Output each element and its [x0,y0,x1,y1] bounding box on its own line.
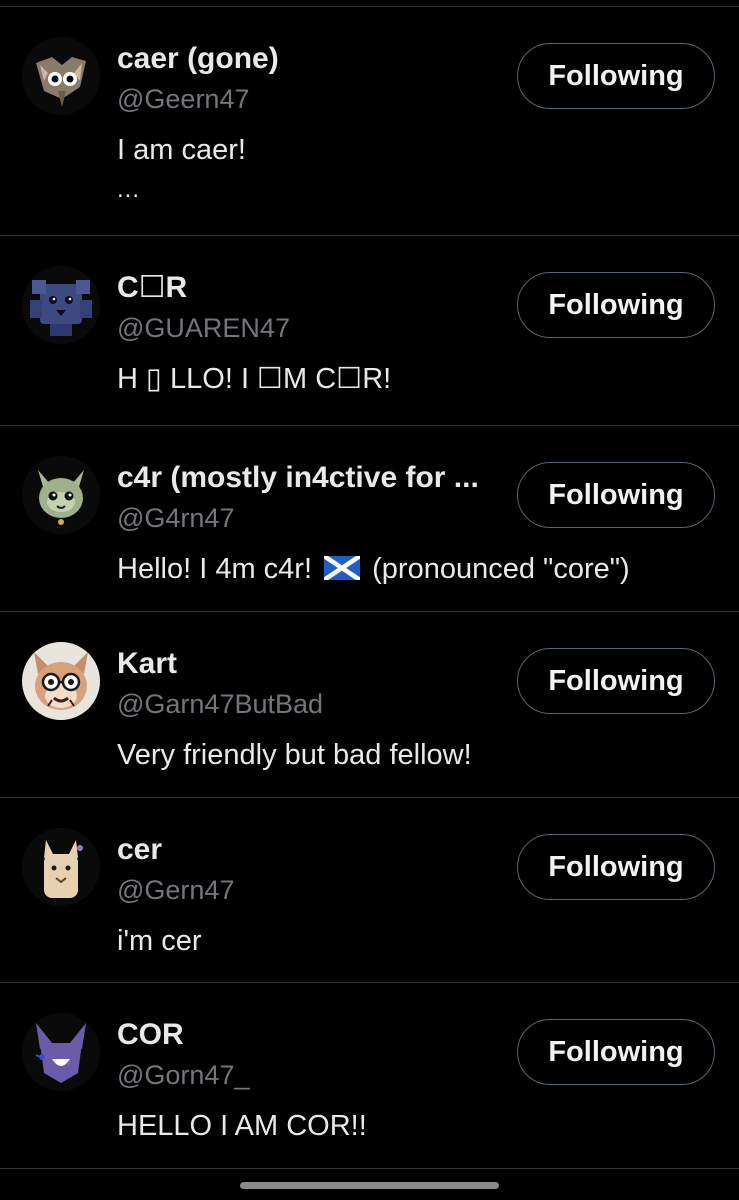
following-button[interactable]: Following [517,272,715,338]
following-button[interactable]: Following [517,43,715,109]
green-cat-character-avatar[interactable] [22,456,100,534]
user-row[interactable]: Kart @Garn47ButBad Very friendly but bad… [0,612,739,798]
user-bio: Hello! I 4m c4r! (pronounced "core") [117,548,715,590]
following-button[interactable]: Following [517,648,715,714]
bio-continuation: ... [117,176,141,203]
display-name[interactable]: cer [117,830,162,870]
user-bio: I am caer! [117,134,246,166]
following-button[interactable]: Following [517,834,715,900]
beige-cat-character-avatar[interactable] [22,828,100,906]
display-name[interactable]: Kart [117,644,177,684]
user-bio: HELLO I AM COR!! [117,1110,367,1142]
fox-with-glasses-avatar[interactable] [22,642,100,720]
cat-character-avatar[interactable] [22,37,100,115]
following-button[interactable]: Following [517,1019,715,1085]
purple-cat-character-avatar[interactable] [22,1013,100,1091]
following-button[interactable]: Following [517,462,715,528]
scotland-flag-icon [324,556,361,580]
following-list: caer (gone) @Geern47 I am caer! ... Foll… [0,7,739,1169]
user-bio: Very friendly but bad fellow! [117,739,472,771]
bio-text-end: (pronounced "core") [364,553,630,585]
user-row[interactable]: c4r (mostly in4ctive for ... @G4rn47 Hel… [0,426,739,612]
user-bio: i'm cer [117,925,202,957]
bio-text-start: Hello! I 4m c4r! [117,553,321,585]
display-name[interactable]: COR [117,1015,184,1055]
home-indicator-bar[interactable] [240,1182,499,1189]
user-row[interactable]: C☐R @GUAREN47 H ▯ LLO! I ☐M C☐R! Followi… [0,236,739,426]
user-row[interactable]: COR @Gorn47_ HELLO I AM COR!! Following [0,983,739,1169]
display-name[interactable]: c4r (mostly in4ctive for ... [117,458,479,498]
user-row[interactable]: caer (gone) @Geern47 I am caer! ... Foll… [0,7,739,236]
user-bio: H ▯ LLO! I ☐M C☐R! [117,363,392,395]
blue-cube-character-avatar[interactable] [22,266,100,344]
display-name[interactable]: caer (gone) [117,39,279,79]
display-name[interactable]: C☐R [117,268,187,308]
user-row[interactable]: cer @Gern47 i'm cer Following [0,798,739,983]
